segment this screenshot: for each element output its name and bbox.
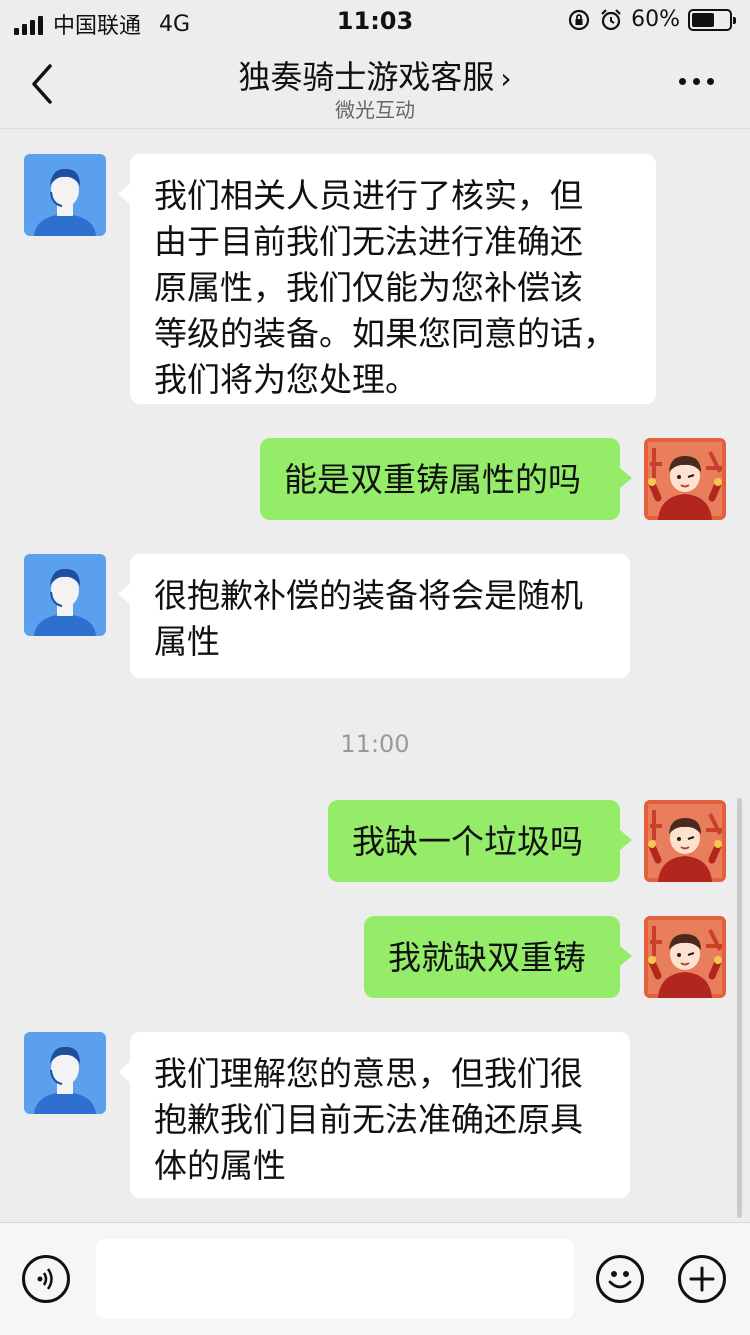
- message-text: 很抱歉补偿的装备将会是随机 属性: [154, 576, 583, 661]
- voice-icon[interactable]: [22, 1255, 70, 1303]
- chevron-right-icon: ›: [500, 62, 512, 95]
- message-text: 能是双重铸属性的吗: [284, 460, 581, 499]
- agent-avatar[interactable]: [24, 554, 106, 636]
- chat-title-text: 独奏骑士游戏客服: [238, 58, 495, 96]
- message-bubble[interactable]: 很抱歉补偿的装备将会是随机 属性: [118, 554, 630, 678]
- more-dots-icon[interactable]: [679, 78, 714, 85]
- scrollbar[interactable]: [737, 798, 742, 1218]
- chat-title[interactable]: 独奏骑士游戏客服 ›: [0, 52, 750, 98]
- battery-icon: [688, 8, 736, 31]
- message-text: 我们理解您的意思，但我们很 抱歉我们目前无法准确还原具 体的属性: [154, 1054, 583, 1185]
- plus-icon[interactable]: [678, 1255, 726, 1303]
- rotation-lock-icon: [568, 9, 590, 30]
- battery-percent: 60%: [631, 7, 680, 32]
- message-bubble[interactable]: 能是双重铸属性的吗: [260, 438, 632, 520]
- message-text: 我们相关人员进行了核实，但 由于目前我们无法进行准确还 原属性，我们仅能为您补偿…: [154, 176, 616, 399]
- agent-avatar[interactable]: [24, 1032, 106, 1114]
- alarm-icon: [601, 8, 621, 30]
- message-bubble[interactable]: 我就缺双重铸: [364, 916, 632, 998]
- message-bubble[interactable]: 我们理解您的意思，但我们很 抱歉我们目前无法准确还原具 体的属性: [118, 1032, 630, 1198]
- chat-header: 独奏骑士游戏客服 › 微光互动: [0, 42, 750, 129]
- input-bar: [0, 1222, 750, 1335]
- status-bar: 中国联通 4G 11:03 60%: [0, 0, 750, 42]
- chat-timestamp: 11:00: [340, 730, 410, 758]
- user-avatar[interactable]: [644, 916, 726, 998]
- emoji-icon[interactable]: [596, 1255, 644, 1303]
- chat-subtitle: 微光互动: [335, 98, 415, 122]
- message-text: 我缺一个垃圾吗: [352, 822, 583, 861]
- message-bubble[interactable]: 我缺一个垃圾吗: [328, 800, 632, 882]
- message-text: 我就缺双重铸: [388, 938, 586, 977]
- agent-avatar[interactable]: [24, 154, 106, 236]
- user-avatar[interactable]: [644, 438, 726, 520]
- user-avatar[interactable]: [644, 800, 726, 882]
- message-input[interactable]: [96, 1239, 574, 1319]
- message-bubble[interactable]: 我们相关人员进行了核实，但 由于目前我们无法进行准确还 原属性，我们仅能为您补偿…: [118, 154, 656, 404]
